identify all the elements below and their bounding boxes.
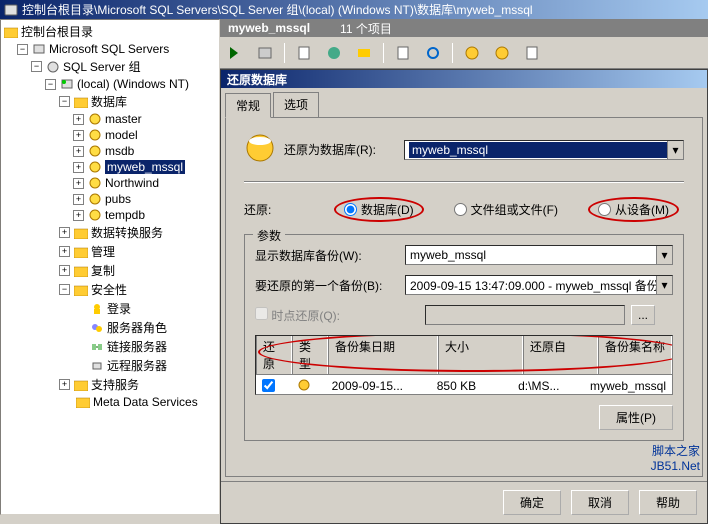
tree-sec-remote[interactable]: 远程服务器 [3,356,217,375]
restore-label: 还原: [244,201,304,218]
grid-header-size[interactable]: 大小 [438,336,523,374]
first-backup-label: 要还原的第一个备份(B): [255,277,405,294]
restore-as-label: 还原为数据库(R): [284,141,404,158]
help-button[interactable]: 帮助 [639,490,697,515]
restore-as-combo[interactable]: ▾ [404,140,684,160]
tree-db-master[interactable]: +master [3,111,217,127]
restore-as-input[interactable] [409,142,679,158]
restore-dialog: 还原数据库 常规 选项 还原为数据库(R): ▾ [220,69,708,524]
grid-row-checkbox[interactable] [262,379,275,392]
tab-general[interactable]: 常规 [225,93,271,118]
grid-header-date[interactable]: 备份集日期 [328,336,438,374]
toolbar-btn-4[interactable] [323,42,345,64]
tree-sec-roles[interactable]: 服务器角色 [3,318,217,337]
grid-header-restore[interactable]: 还原 [256,336,292,374]
grid-header-name[interactable]: 备份集名称 [598,336,672,374]
toolbar-btn-5[interactable] [353,42,375,64]
toolbar-btn-7[interactable] [422,42,444,64]
watermark: 脚本之家 JB51.Net [651,442,700,473]
toolbar-btn-2[interactable] [254,42,276,64]
tree-local[interactable]: −(local) (Windows NT) [3,76,217,92]
toolbar-btn-8[interactable] [461,42,483,64]
radio-device[interactable]: 从设备(M) [598,201,669,218]
toolbar-btn-3[interactable] [293,42,315,64]
pit-checkbox: 时点还原(Q): [255,307,375,324]
tree-db-model[interactable]: +model [3,127,217,143]
tree-support[interactable]: +支持服务 [3,375,217,394]
chevron-down-icon[interactable]: ▾ [667,141,683,159]
tree-panel[interactable]: 控制台根目录 −Microsoft SQL Servers −SQL Serve… [0,19,220,515]
dialog-title: 还原数据库 [227,71,287,88]
radio-database[interactable]: 数据库(D) [344,201,414,218]
toolbar-btn-1[interactable] [224,42,246,64]
tree-sec-linked[interactable]: 链接服务器 [3,337,217,356]
tree-servers[interactable]: −Microsoft SQL Servers [3,41,217,57]
tree-root[interactable]: 控制台根目录 [3,22,217,41]
radio-filegroup[interactable]: 文件组或文件(F) [454,201,558,218]
backup-type-icon [297,379,311,391]
ok-button[interactable]: 确定 [503,490,561,515]
show-backups-label: 显示数据库备份(W): [255,247,405,264]
tree-group[interactable]: −SQL Server 组 [3,57,217,76]
tree-sec-login[interactable]: 登录 [3,299,217,318]
params-legend: 参数 [253,227,285,244]
grid-header-from[interactable]: 还原自 [523,336,598,374]
tree-db-northwind[interactable]: +Northwind [3,175,217,191]
grid-header-type[interactable]: 类型 [292,336,328,374]
tree-meta[interactable]: Meta Data Services [3,394,217,410]
tree-db-msdb[interactable]: +msdb [3,143,217,159]
cancel-button[interactable]: 取消 [571,490,629,515]
mmc-icon [4,3,18,17]
window-title: 控制台根目录\Microsoft SQL Servers\SQL Server … [22,1,533,18]
tree-dts[interactable]: +数据转换服务 [3,223,217,242]
tree-repl[interactable]: +复制 [3,261,217,280]
tab-options[interactable]: 选项 [273,92,319,117]
backup-grid[interactable]: 还原 类型 备份集日期 大小 还原自 备份集名称 2009-09-15... [255,335,673,395]
tree-db-myweb[interactable]: +myweb_mssql [3,159,217,175]
show-backups-combo[interactable]: myweb_mssql ▾ [405,245,673,265]
list-name: myweb_mssql [228,21,310,35]
first-backup-combo[interactable]: 2009-09-15 13:47:09.000 - myweb_mssql 备份… [405,275,673,295]
chevron-down-icon[interactable]: ▾ [656,246,672,264]
tree-db-pubs[interactable]: +pubs [3,191,217,207]
list-count: 11 个项目 [340,20,392,37]
restore-icon [244,132,284,167]
chevron-down-icon[interactable]: ▾ [656,276,672,294]
pit-browse-button[interactable]: ... [631,305,655,325]
toolbar [220,37,708,69]
tree-security[interactable]: −安全性 [3,280,217,299]
properties-button[interactable]: 属性(P) [599,405,673,430]
tree-databases[interactable]: −数据库 [3,92,217,111]
list-header: myweb_mssql 11 个项目 [220,19,708,37]
grid-row[interactable]: 2009-09-15... 850 KB d:\MS... myweb_mssq… [256,375,672,395]
toolbar-btn-9[interactable] [491,42,513,64]
toolbar-btn-6[interactable] [392,42,414,64]
tree-db-tempdb[interactable]: +tempdb [3,207,217,223]
pit-input [425,305,625,325]
tree-mgmt[interactable]: +管理 [3,242,217,261]
toolbar-btn-10[interactable] [521,42,543,64]
